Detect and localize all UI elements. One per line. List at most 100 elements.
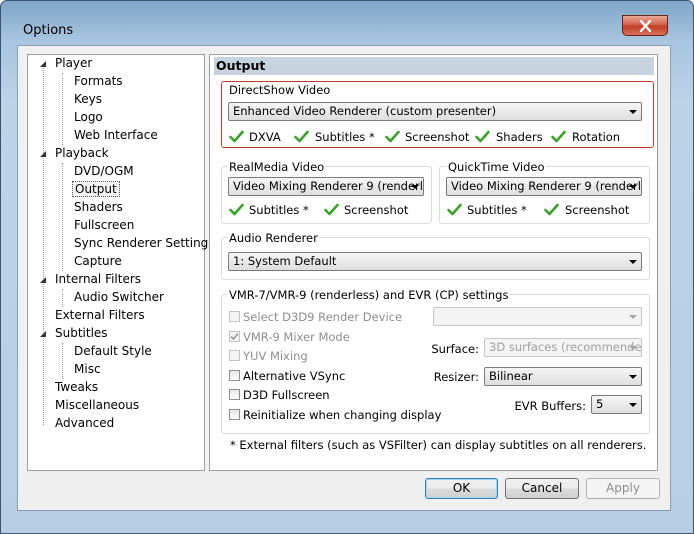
feature-subtitles: Subtitles *	[315, 130, 375, 144]
feature-screenshot: Screenshot	[405, 130, 470, 144]
select-value: Video Mixing Renderer 9 (renderless	[233, 179, 424, 193]
mixer-mode-label: VMR-9 Mixer Mode	[243, 330, 350, 344]
select-value: 5	[596, 397, 604, 411]
resizer-select[interactable]: Bilinear	[484, 367, 642, 386]
tree-item-advanced[interactable]: Advanced	[55, 415, 114, 432]
tree-item-label: Advanced	[55, 416, 115, 430]
tree-item-label: Tweaks	[55, 380, 99, 394]
tree-item-miscellaneous[interactable]: Miscellaneous	[55, 397, 139, 414]
tree-item-label: Capture	[74, 254, 122, 268]
ok-button[interactable]: OK	[425, 478, 498, 499]
resizer-label: Resizer:	[433, 370, 479, 384]
tree-item-label: Shaders	[74, 200, 123, 214]
feature-dxva: DXVA	[249, 130, 281, 144]
quicktime-label: QuickTime Video	[447, 160, 546, 174]
checkmark-icon	[324, 203, 339, 216]
tree-item-label: Formats	[74, 74, 123, 88]
quicktime-renderer-select[interactable]: Video Mixing Renderer 9 (renderless	[446, 177, 642, 196]
cancel-button[interactable]: Cancel	[505, 478, 579, 499]
d3d-fullscreen-label: D3D Fullscreen	[243, 388, 330, 402]
reinitialize-label: Reinitialize when changing display	[243, 408, 442, 422]
expand-icon[interactable]	[39, 330, 47, 338]
close-button[interactable]	[622, 15, 668, 36]
directshow-label: DirectShow Video	[228, 83, 332, 97]
check-icon	[230, 332, 239, 341]
chevron-down-icon	[629, 315, 637, 319]
tree-item-tweaks[interactable]: Tweaks	[55, 379, 98, 396]
expand-icon[interactable]	[39, 150, 47, 158]
tree-item-label: Default Style	[74, 344, 152, 358]
options-window: Options Player Formats Keys Logo Web Int…	[0, 0, 694, 534]
tree-item-internal-filters[interactable]: Internal Filters	[55, 271, 141, 288]
tree-item-keys[interactable]: Keys	[74, 91, 102, 108]
apply-button[interactable]: Apply	[586, 478, 660, 499]
chevron-down-icon	[411, 185, 419, 189]
tree-item-logo[interactable]: Logo	[74, 109, 103, 126]
feature-rotation: Rotation	[572, 130, 621, 144]
tree-item-playback[interactable]: Playback	[55, 145, 109, 162]
tree-item-label: Miscellaneous	[55, 398, 140, 412]
quicktime-feature-subtitles: Subtitles *	[467, 203, 527, 217]
realmedia-label: RealMedia Video	[228, 160, 326, 174]
feature-shaders: Shaders	[496, 130, 543, 144]
tree-item-label: DVD/OGM	[74, 164, 134, 178]
yuv-mixing-label: YUV Mixing	[243, 349, 308, 363]
checkmark-icon	[447, 203, 462, 216]
subtitles-footnote: * External filters (such as VSFilter) ca…	[230, 438, 647, 452]
tree-item-formats[interactable]: Formats	[74, 73, 123, 90]
tree-item-default-style[interactable]: Default Style	[74, 343, 152, 360]
tree-item-player[interactable]: Player	[55, 55, 92, 72]
tree-item-label: Web Interface	[74, 128, 158, 142]
surface-label: Surface:	[431, 342, 479, 356]
surface-select[interactable]: 3D surfaces (recommended)	[484, 338, 642, 357]
chevron-down-icon	[629, 403, 637, 407]
audio-renderer-select[interactable]: 1: System Default	[228, 252, 642, 271]
render-device-select[interactable]	[433, 307, 642, 326]
select-value: 1: System Default	[233, 254, 337, 268]
evr-buffers-select[interactable]: 5	[591, 395, 642, 414]
realmedia-renderer-select[interactable]: Video Mixing Renderer 9 (renderless	[228, 177, 424, 196]
expand-icon[interactable]	[39, 276, 47, 284]
checkmark-icon	[544, 203, 559, 216]
tree-item-sync-renderer-settings[interactable]: Sync Renderer Settings	[74, 235, 215, 252]
directshow-renderer-select[interactable]: Enhanced Video Renderer (custom presente…	[228, 102, 642, 121]
select-value: 3D surfaces (recommended)	[489, 340, 642, 354]
tree-item-label: Output	[72, 181, 120, 197]
close-icon	[639, 20, 652, 32]
tree-item-label: Logo	[74, 110, 103, 124]
tree-item-dvd-ogm[interactable]: DVD/OGM	[74, 163, 134, 180]
tree-item-external-filters[interactable]: External Filters	[55, 307, 145, 324]
chevron-down-icon	[629, 260, 637, 264]
tree-item-label: Audio Switcher	[74, 290, 164, 304]
vmr-settings-label: VMR-7/VMR-9 (renderless) and EVR (CP) se…	[228, 288, 510, 302]
select-device-checkbox[interactable]	[229, 311, 240, 322]
expand-icon[interactable]	[39, 60, 47, 68]
tree-item-output[interactable]: Output	[72, 181, 120, 198]
mixer-mode-checkbox[interactable]	[229, 331, 240, 342]
d3d-fullscreen-checkbox[interactable]	[229, 389, 240, 400]
select-value: Enhanced Video Renderer (custom presente…	[233, 104, 497, 118]
realmedia-feature-subtitles: Subtitles *	[249, 203, 309, 217]
yuv-mixing-checkbox[interactable]	[229, 350, 240, 361]
tree-item-fullscreen[interactable]: Fullscreen	[74, 217, 134, 234]
evr-buffers-label: EVR Buffers:	[514, 399, 586, 413]
tree-item-label: Internal Filters	[55, 272, 142, 286]
tree-item-label: Sync Renderer Settings	[74, 236, 215, 250]
tree-item-subtitles[interactable]: Subtitles	[55, 325, 108, 342]
tree-item-capture[interactable]: Capture	[74, 253, 122, 270]
chevron-down-icon	[629, 110, 637, 114]
tree-item-misc[interactable]: Misc	[74, 361, 101, 378]
page-title: Output	[214, 57, 654, 75]
checkmark-icon	[229, 203, 244, 216]
checkmark-icon	[551, 130, 566, 143]
tree-item-label: Playback	[55, 146, 109, 160]
alternative-vsync-checkbox[interactable]	[229, 370, 240, 381]
tree-item-web-interface[interactable]: Web Interface	[74, 127, 158, 144]
select-value: Bilinear	[489, 369, 533, 383]
tree-item-label: Fullscreen	[74, 218, 135, 232]
checkmark-icon	[229, 130, 244, 143]
tree-item-shaders[interactable]: Shaders	[74, 199, 123, 216]
tree-item-audio-switcher[interactable]: Audio Switcher	[74, 289, 164, 306]
reinitialize-checkbox[interactable]	[229, 409, 240, 420]
checkmark-icon	[475, 130, 490, 143]
